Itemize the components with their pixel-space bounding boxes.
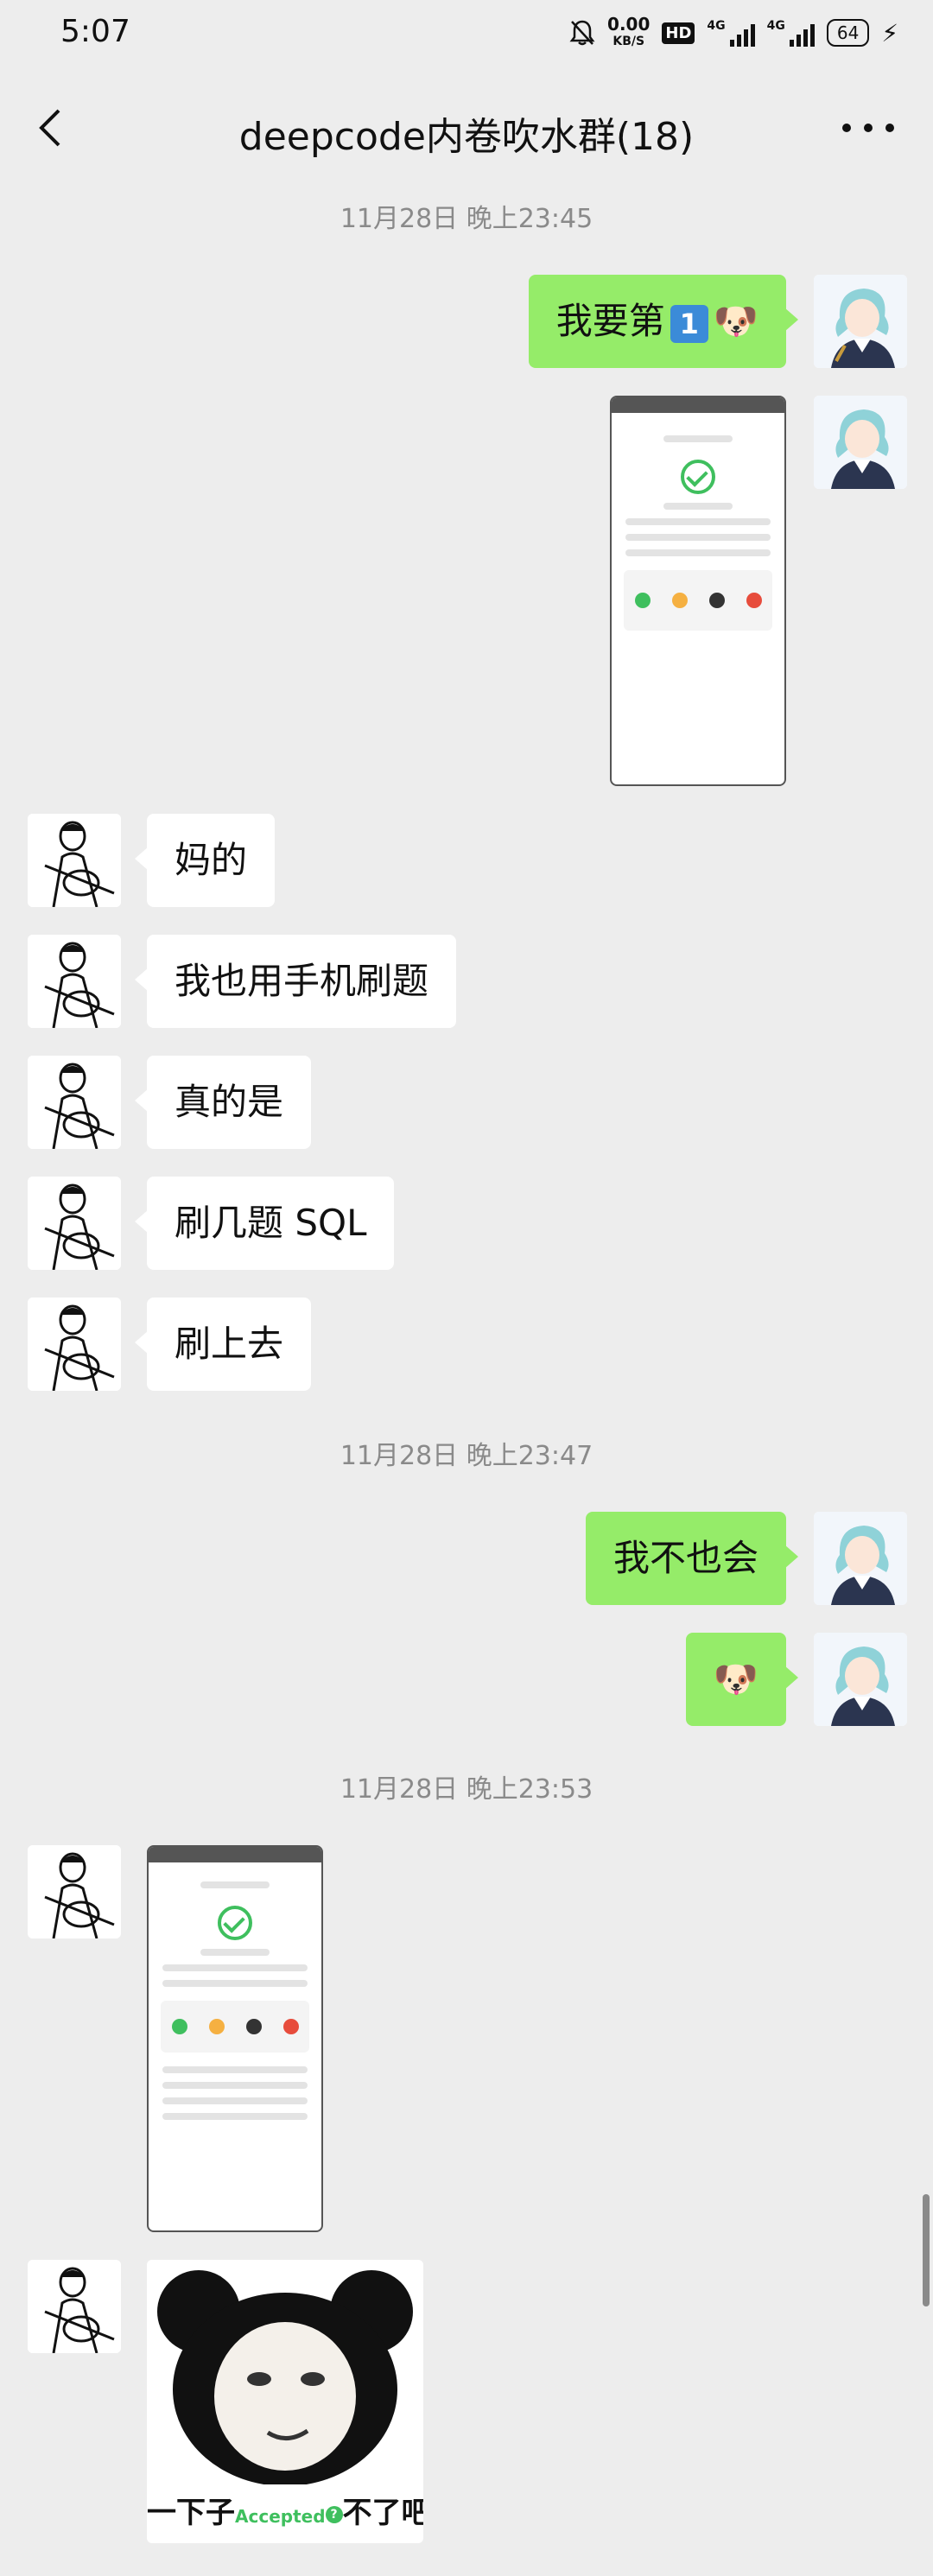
message-text: 我要第 bbox=[555, 300, 665, 342]
accepted-label: Accepted bbox=[235, 2506, 326, 2527]
guitar-man-avatar-image bbox=[28, 1845, 121, 1938]
check-circle-icon bbox=[681, 460, 715, 494]
anime-avatar-image bbox=[814, 275, 907, 368]
status-bar: 5:07 0.00 KB/S HD 4G 4G 64 ⚡ bbox=[0, 0, 933, 73]
keycap-one-emoji: 1 bbox=[670, 304, 708, 343]
their-message-bubble[interactable]: 我也用手机刷题 bbox=[134, 935, 457, 1028]
shared-screenshot-image[interactable] bbox=[610, 396, 786, 786]
my-avatar[interactable] bbox=[814, 1633, 907, 1726]
guitar-man-avatar-image bbox=[28, 814, 121, 907]
message-text: 刷几题 SQL bbox=[175, 1202, 367, 1244]
charging-icon: ⚡ bbox=[881, 18, 898, 48]
chat-title: deepcode内卷吹水群(18) bbox=[238, 115, 695, 159]
sticker-caption-a: 一下子 bbox=[147, 2496, 235, 2530]
doge-emoji: 🐶 bbox=[713, 1658, 758, 1700]
their-message-bubble[interactable]: 妈的 bbox=[134, 814, 276, 907]
my-message-bubble[interactable]: 我不也会 bbox=[585, 1512, 799, 1605]
my-avatar[interactable] bbox=[814, 1512, 907, 1605]
other-avatar[interactable] bbox=[28, 1056, 121, 1149]
battery-icon: 64 bbox=[826, 19, 870, 47]
net-speed-value: 0.00 bbox=[607, 14, 651, 35]
guitar-man-avatar-image bbox=[28, 935, 121, 1028]
message-text: 我也用手机刷题 bbox=[175, 960, 429, 1002]
other-avatar[interactable] bbox=[28, 1845, 121, 1938]
guitar-man-avatar-image bbox=[28, 1177, 121, 1270]
my-avatar[interactable] bbox=[814, 275, 907, 368]
sticker-caption: 一下子Accepted? 不了吧 bbox=[147, 2489, 423, 2531]
sticker-caption-b: 不了吧 bbox=[342, 2496, 423, 2530]
network-type-1: 4G bbox=[707, 19, 726, 33]
net-speed: 0.00 KB/S bbox=[607, 16, 650, 50]
message-text: 真的是 bbox=[175, 1081, 284, 1123]
other-avatar[interactable] bbox=[28, 1298, 121, 1391]
other-avatar[interactable] bbox=[28, 2260, 121, 2353]
network-type-2: 4G bbox=[766, 19, 785, 33]
status-icons: 0.00 KB/S HD 4G 4G 64 ⚡ bbox=[569, 16, 898, 50]
other-avatar[interactable] bbox=[28, 814, 121, 907]
signal-icon-2: 4G bbox=[767, 19, 815, 47]
net-speed-unit: KB/S bbox=[612, 35, 645, 48]
their-message-bubble[interactable]: 刷几题 SQL bbox=[134, 1177, 395, 1270]
hd-badge: HD bbox=[662, 22, 695, 44]
my-avatar[interactable] bbox=[814, 396, 907, 489]
their-message-bubble[interactable]: 刷上去 bbox=[134, 1298, 312, 1391]
message-text: 妈的 bbox=[175, 839, 248, 881]
message-text: 我不也会 bbox=[612, 1537, 758, 1579]
chat-header: deepcode内卷吹水群(18) bbox=[0, 73, 933, 185]
timestamp: 11月28日 晚上23:53 bbox=[340, 1774, 593, 1805]
message-text: 刷上去 bbox=[175, 1323, 284, 1365]
my-message-bubble[interactable]: 我要第 1 🐶 bbox=[528, 275, 799, 368]
shared-screenshot-image[interactable] bbox=[147, 1845, 323, 2232]
guitar-man-avatar-image bbox=[28, 1298, 121, 1391]
anime-avatar-image bbox=[814, 1512, 907, 1605]
signal-icon-1: 4G bbox=[707, 19, 755, 47]
other-avatar[interactable] bbox=[28, 1177, 121, 1270]
bell-off-icon bbox=[569, 20, 595, 46]
timestamp: 11月28日 晚上23:47 bbox=[340, 1441, 593, 1471]
their-message-bubble[interactable]: 真的是 bbox=[134, 1056, 312, 1149]
panda-face-image bbox=[147, 2260, 423, 2486]
timestamp: 11月28日 晚上23:45 bbox=[340, 204, 593, 234]
anime-avatar-image bbox=[814, 396, 907, 489]
check-circle-icon bbox=[218, 1906, 252, 1940]
more-options-icon[interactable] bbox=[838, 111, 898, 145]
guitar-man-avatar-image bbox=[28, 1056, 121, 1149]
scrollbar[interactable] bbox=[923, 2194, 930, 2306]
question-icon: ? bbox=[325, 2505, 343, 2523]
guitar-man-avatar-image bbox=[28, 2260, 121, 2353]
other-avatar[interactable] bbox=[28, 935, 121, 1028]
status-time: 5:07 bbox=[60, 14, 130, 49]
doge-emoji: 🐶 bbox=[713, 300, 758, 342]
anime-avatar-image bbox=[814, 1633, 907, 1726]
my-message-bubble[interactable]: 🐶 bbox=[685, 1633, 799, 1726]
panda-meme-sticker[interactable]: 一下子Accepted? 不了吧 bbox=[147, 2260, 423, 2543]
